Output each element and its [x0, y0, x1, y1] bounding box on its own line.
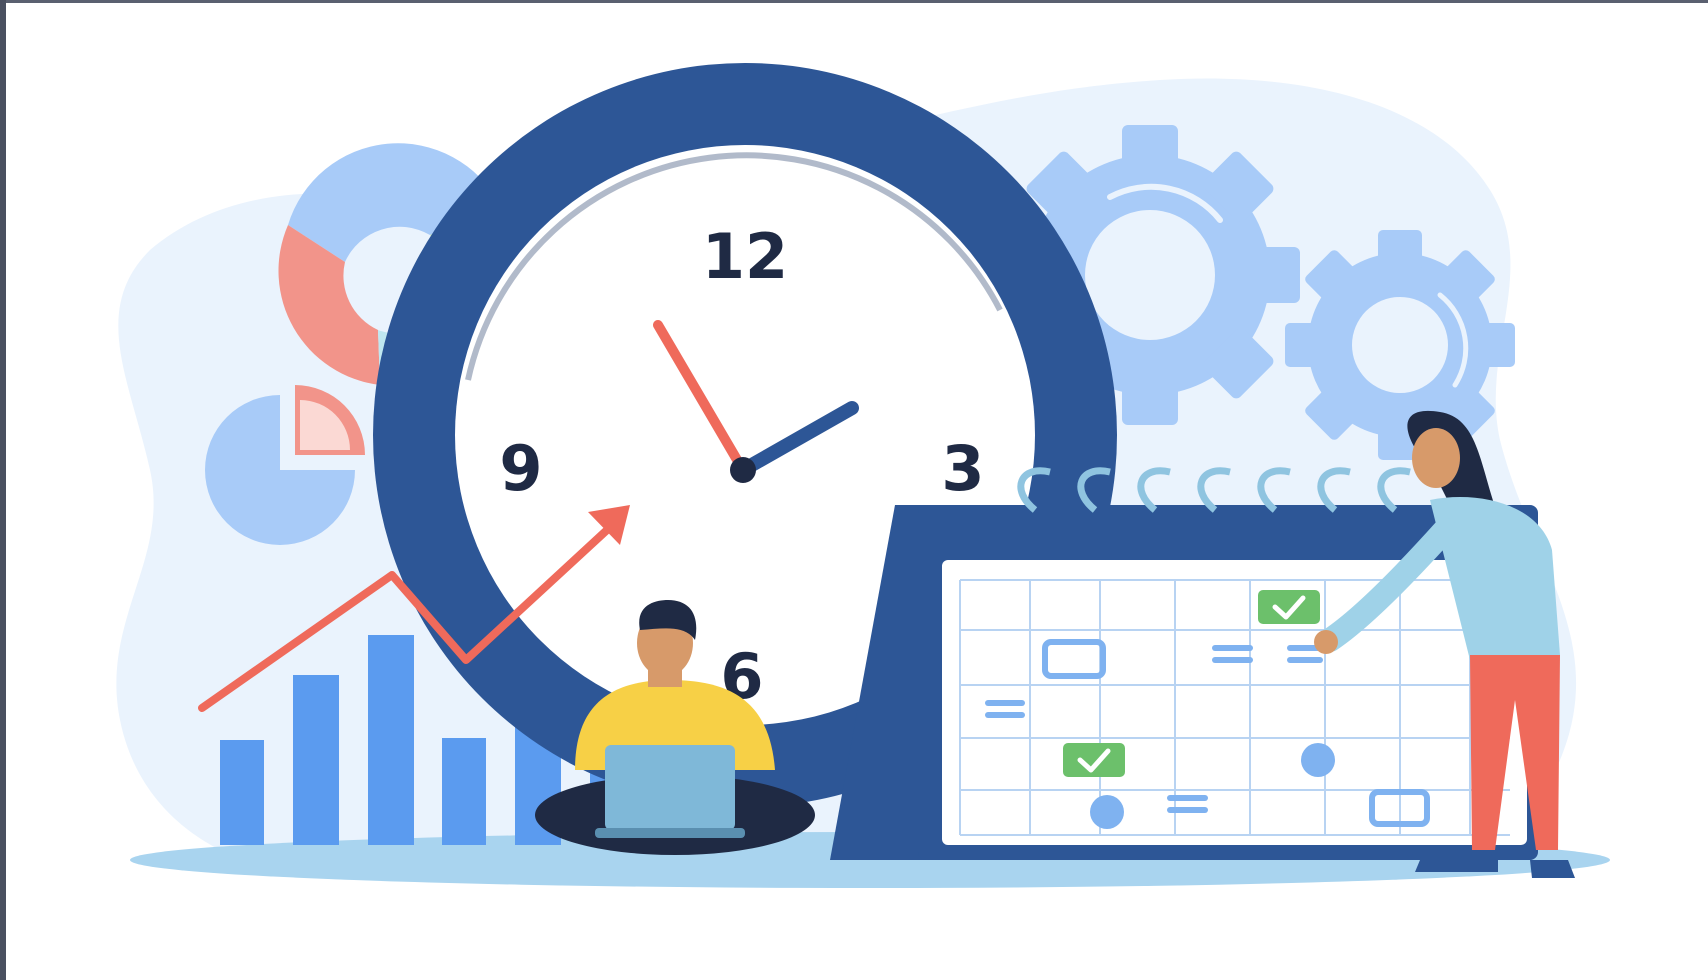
checkmark-icon	[1258, 590, 1320, 624]
time-management-illustration: 12 3 6 9	[116, 63, 1610, 888]
laptop-icon	[595, 745, 745, 838]
illustration-frame: 12 3 6 9	[0, 0, 1708, 980]
gear-icon	[1285, 230, 1515, 460]
clock-number-nine: 9	[499, 432, 542, 505]
checkmark-icon	[1063, 743, 1125, 777]
clock-number-twelve: 12	[702, 220, 788, 293]
clock-center-pin	[730, 457, 756, 483]
clock-number-three: 3	[941, 432, 984, 505]
